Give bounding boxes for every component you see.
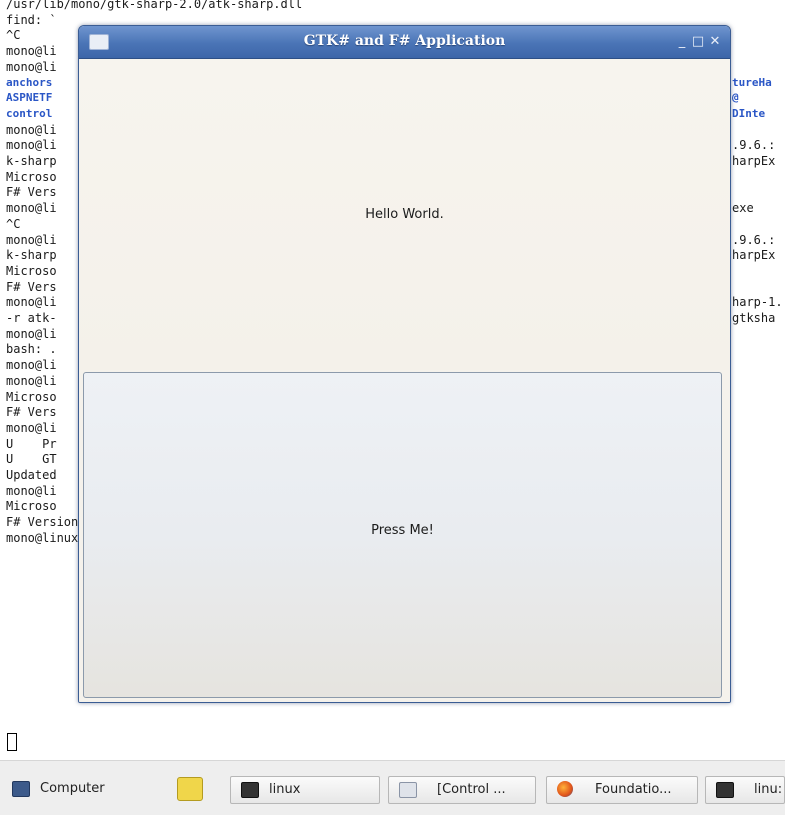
terminal-line: /usr/lib/mono/gtk-sharp-2.0/atk-sharp.dl… [6, 0, 303, 11]
taskbar-item-linux-1[interactable]: linux [230, 776, 380, 804]
terminal-line: Microso [6, 390, 57, 404]
terminal-line-right: .9.6.: [732, 138, 776, 152]
taskbar: Computer linux [Control ... Foundatio...… [0, 760, 785, 815]
taskbar-item-notes[interactable] [176, 776, 206, 804]
terminal-line: mono@li [6, 138, 57, 152]
terminal-line: ^C [6, 217, 21, 231]
terminal-line: mono@li [6, 60, 57, 74]
terminal-line: mono@li [6, 374, 57, 388]
terminal-line-right: harpEx [732, 248, 776, 262]
terminal-line: Updated [6, 468, 57, 482]
computer-icon [12, 781, 30, 797]
terminal-line: k-sharp [6, 154, 57, 168]
taskbar-item-foundations[interactable]: Foundatio... [546, 776, 698, 804]
terminal-line: ASPNETF [6, 91, 53, 104]
terminal-line: U GT [6, 452, 57, 466]
press-me-button-label: Press Me! [371, 523, 434, 538]
gtk-window[interactable]: GTK# and F# Application _ □ ✕ Hello Worl… [78, 25, 731, 703]
terminal-line: anchors [6, 76, 53, 89]
minimize-button[interactable]: _ [675, 35, 689, 49]
maximize-button[interactable]: □ [691, 35, 705, 49]
terminal-line: mono@li [6, 421, 57, 435]
hello-label-area: Hello World. [79, 59, 730, 370]
press-me-button[interactable]: Press Me! [83, 372, 722, 698]
terminal-line: -r atk- [6, 311, 57, 325]
taskbar-item-linux-2[interactable]: linu: [705, 776, 785, 804]
terminal-line: find: ` [6, 13, 57, 27]
terminal-cursor [7, 733, 17, 751]
terminal-line: mono@li [6, 233, 57, 247]
window-title: GTK# and F# Application [303, 33, 506, 49]
terminal-line-right: gtksha [732, 311, 776, 325]
terminal-line: F# Vers [6, 280, 57, 294]
terminal-line-right: exe [732, 201, 754, 215]
terminal-line: U Pr [6, 437, 57, 451]
terminal-line: k-sharp [6, 248, 57, 262]
terminal-line: mono@li [6, 358, 57, 372]
terminal-line-right: DInte [732, 107, 766, 120]
window-client-area: Hello World. Press Me! [79, 59, 730, 702]
terminal-line-right: @ [732, 91, 739, 104]
close-button[interactable]: ✕ [708, 35, 722, 49]
hello-label: Hello World. [365, 207, 444, 222]
terminal-line: mono@li [6, 327, 57, 341]
terminal-line-right: harpEx [732, 154, 776, 168]
notes-icon [177, 777, 203, 801]
terminal-line: mono@li [6, 484, 57, 498]
control-panel-icon [399, 782, 417, 798]
terminal-icon [716, 782, 734, 798]
terminal-icon [241, 782, 259, 798]
terminal-line: Microso [6, 264, 57, 278]
terminal-line: ^C [6, 28, 21, 42]
terminal-line-right: .9.6.: [732, 233, 776, 247]
taskbar-item-computer[interactable]: Computer [12, 776, 142, 804]
terminal-line-right: harp-1. [732, 295, 783, 309]
terminal-line: mono@li [6, 44, 57, 58]
firefox-icon [557, 781, 573, 797]
terminal-line: bash: . [6, 342, 57, 356]
terminal-line-right: tureHa [732, 76, 772, 89]
taskbar-item-control[interactable]: [Control ... [388, 776, 536, 804]
terminal-line: F# Vers [6, 405, 57, 419]
terminal-line: Microso [6, 170, 57, 184]
terminal-line: Microso [6, 499, 57, 513]
terminal-line: F# Vers [6, 185, 57, 199]
window-titlebar[interactable]: GTK# and F# Application _ □ ✕ [79, 26, 730, 59]
terminal-line: control [6, 107, 53, 120]
terminal-line: mono@li [6, 295, 57, 309]
terminal-line: mono@li [6, 201, 57, 215]
terminal-line: mono@li [6, 123, 57, 137]
